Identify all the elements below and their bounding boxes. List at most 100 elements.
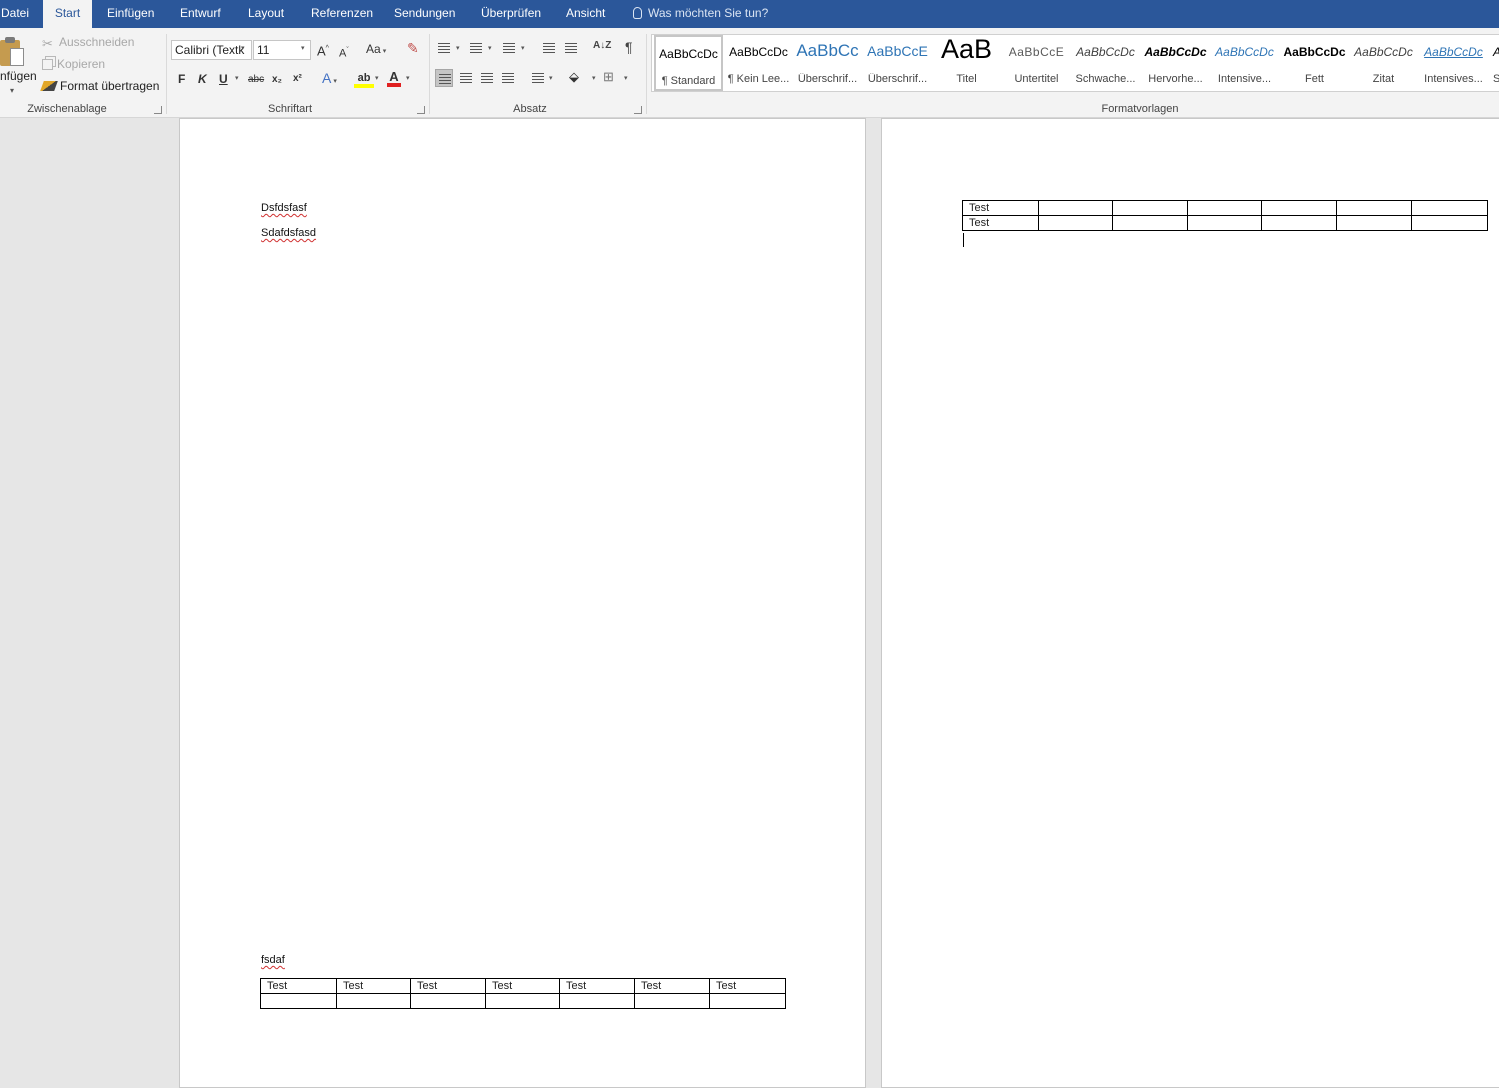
table-cell[interactable] <box>1261 215 1337 231</box>
align-left-button[interactable] <box>435 69 453 87</box>
table-cell[interactable] <box>709 993 786 1009</box>
clear-formatting-icon[interactable]: ✎ <box>407 40 419 56</box>
font-color-button[interactable]: A <box>386 69 402 87</box>
tab-einfuegen[interactable]: Einfügen <box>107 0 154 28</box>
style-ueberschrift-1[interactable]: AaBbCc Überschrif... <box>793 35 862 91</box>
table-cell[interactable] <box>1336 215 1412 231</box>
table-cell[interactable] <box>410 993 486 1009</box>
tab-ansicht[interactable]: Ansicht <box>566 0 605 28</box>
underline-button[interactable]: U <box>219 71 228 87</box>
change-case-button[interactable]: Aa ▾ <box>366 41 386 60</box>
paragraph-dialog-launcher-icon[interactable] <box>634 106 642 114</box>
table-cell[interactable] <box>1336 200 1412 216</box>
table-cell[interactable] <box>336 993 411 1009</box>
style-zitat[interactable]: AaBbCcDc Zitat <box>1349 35 1418 91</box>
table-cell[interactable] <box>1187 215 1262 231</box>
table-cell[interactable] <box>1112 200 1188 216</box>
table-cell[interactable] <box>1038 215 1113 231</box>
font-color-dropdown-icon[interactable]: ▾ <box>406 74 410 82</box>
highlight-button[interactable]: ab <box>353 69 375 88</box>
document-table[interactable]: Test Test Test Test Test Test Test <box>260 978 786 1009</box>
cut-button[interactable]: ✂ Ausschneiden <box>42 35 134 50</box>
table-cell[interactable] <box>1261 200 1337 216</box>
style-intensive-hervorhebung[interactable]: AaBbCcDc Intensive... <box>1210 35 1279 91</box>
line-spacing-button[interactable] <box>529 69 547 87</box>
borders-dropdown-icon[interactable]: ▾ <box>624 74 628 82</box>
grow-font-button[interactable]: A^ <box>317 41 329 59</box>
line-spacing-dropdown-icon[interactable]: ▾ <box>549 74 553 82</box>
shading-button[interactable]: ⬙ <box>569 69 579 85</box>
table-cell[interactable] <box>1411 215 1488 231</box>
table-cell[interactable] <box>260 993 337 1009</box>
table-cell[interactable]: Test <box>410 978 486 994</box>
multilevel-dropdown-icon[interactable]: ▾ <box>521 44 525 52</box>
borders-button[interactable]: ⊞ <box>603 69 614 85</box>
table-cell[interactable]: Test <box>962 200 1039 216</box>
subscript-button[interactable]: x₂ <box>272 72 282 88</box>
table-cell[interactable] <box>634 993 710 1009</box>
table-cell[interactable] <box>1411 200 1488 216</box>
style-titel[interactable]: AaB Titel <box>932 35 1001 91</box>
table-cell[interactable]: Test <box>559 978 635 994</box>
multilevel-list-button[interactable] <box>500 39 518 57</box>
font-size-dropdown-icon[interactable]: ▾ <box>301 44 305 52</box>
tab-referenzen[interactable]: Referenzen <box>311 0 373 28</box>
table-cell[interactable] <box>1187 200 1262 216</box>
font-dialog-launcher-icon[interactable] <box>417 106 425 114</box>
align-center-button[interactable] <box>457 69 475 87</box>
tab-layout[interactable]: Layout <box>248 0 284 28</box>
table-cell[interactable]: Test <box>336 978 411 994</box>
tab-ueberpruefen[interactable]: Überprüfen <box>481 0 541 28</box>
show-formatting-marks-button[interactable]: ¶ <box>625 39 633 55</box>
table-cell[interactable]: Test <box>485 978 560 994</box>
table-cell[interactable]: Test <box>709 978 786 994</box>
style-untertitel[interactable]: AaBbCcE Untertitel <box>1002 35 1071 91</box>
paste-dropdown-icon[interactable]: ▾ <box>10 86 14 95</box>
shading-dropdown-icon[interactable]: ▾ <box>592 74 596 82</box>
table-cell[interactable]: Test <box>634 978 710 994</box>
paste-label[interactable]: nfügen <box>0 69 37 83</box>
highlight-dropdown-icon[interactable]: ▾ <box>375 74 379 82</box>
tab-entwurf[interactable]: Entwurf <box>180 0 221 28</box>
bullets-button[interactable] <box>435 39 453 57</box>
align-right-button[interactable] <box>478 69 496 87</box>
font-name-dropdown-icon[interactable]: ▾ <box>241 44 245 52</box>
document-page-1[interactable]: Dsfdsfasf Sdafdsfasd fsdaf Test Test Tes… <box>179 118 866 1088</box>
italic-button[interactable]: K <box>198 71 207 87</box>
style-fett[interactable]: AaBbCcDc Fett <box>1280 35 1349 91</box>
numbering-dropdown-icon[interactable]: ▾ <box>488 44 492 52</box>
document-table[interactable]: Test Test <box>962 200 1488 231</box>
decrease-indent-button[interactable] <box>540 39 558 57</box>
copy-button[interactable]: Kopieren <box>42 57 105 71</box>
table-cell[interactable] <box>559 993 635 1009</box>
style-kein-leerraum[interactable]: AaBbCcDc ¶ Kein Lee... <box>724 35 793 91</box>
style-standard[interactable]: AaBbCcDc ¶ Standard <box>654 35 723 91</box>
style-partial[interactable]: A S <box>1488 35 1499 91</box>
document-page-2[interactable]: Test Test <box>881 118 1499 1088</box>
justify-button[interactable] <box>499 69 517 87</box>
bold-button[interactable]: F <box>178 71 185 87</box>
tab-start[interactable]: Start <box>43 0 92 28</box>
bullets-dropdown-icon[interactable]: ▾ <box>456 44 460 52</box>
sort-button[interactable]: A↓Z <box>593 40 611 51</box>
table-cell[interactable] <box>1038 200 1113 216</box>
style-schwache-hervorhebung[interactable]: AaBbCcDc Schwache... <box>1071 35 1140 91</box>
tell-me-search[interactable]: Was möchten Sie tun? <box>633 0 768 28</box>
style-intensives-zitat[interactable]: AaBbCcDc Intensives... <box>1419 35 1488 91</box>
style-hervorhebung[interactable]: AaBbCcDc Hervorhe... <box>1141 35 1210 91</box>
table-cell[interactable] <box>485 993 560 1009</box>
dialog-launcher-icon[interactable] <box>154 106 162 114</box>
table-cell[interactable] <box>1112 215 1188 231</box>
underline-dropdown-icon[interactable]: ▾ <box>235 74 239 82</box>
table-cell[interactable]: Test <box>260 978 337 994</box>
tab-datei[interactable]: Datei <box>0 0 29 28</box>
superscript-button[interactable]: x² <box>293 71 302 87</box>
format-painter-button[interactable]: Format übertragen <box>40 79 159 93</box>
font-name-combo[interactable]: Calibri (Textk <box>171 40 252 60</box>
text-effects-button[interactable]: A ▾ <box>322 70 337 90</box>
strikethrough-button[interactable]: abc <box>248 72 264 88</box>
increase-indent-button[interactable] <box>562 39 580 57</box>
table-cell[interactable]: Test <box>962 215 1039 231</box>
tab-sendungen[interactable]: Sendungen <box>394 0 455 28</box>
numbering-button[interactable] <box>467 39 485 57</box>
